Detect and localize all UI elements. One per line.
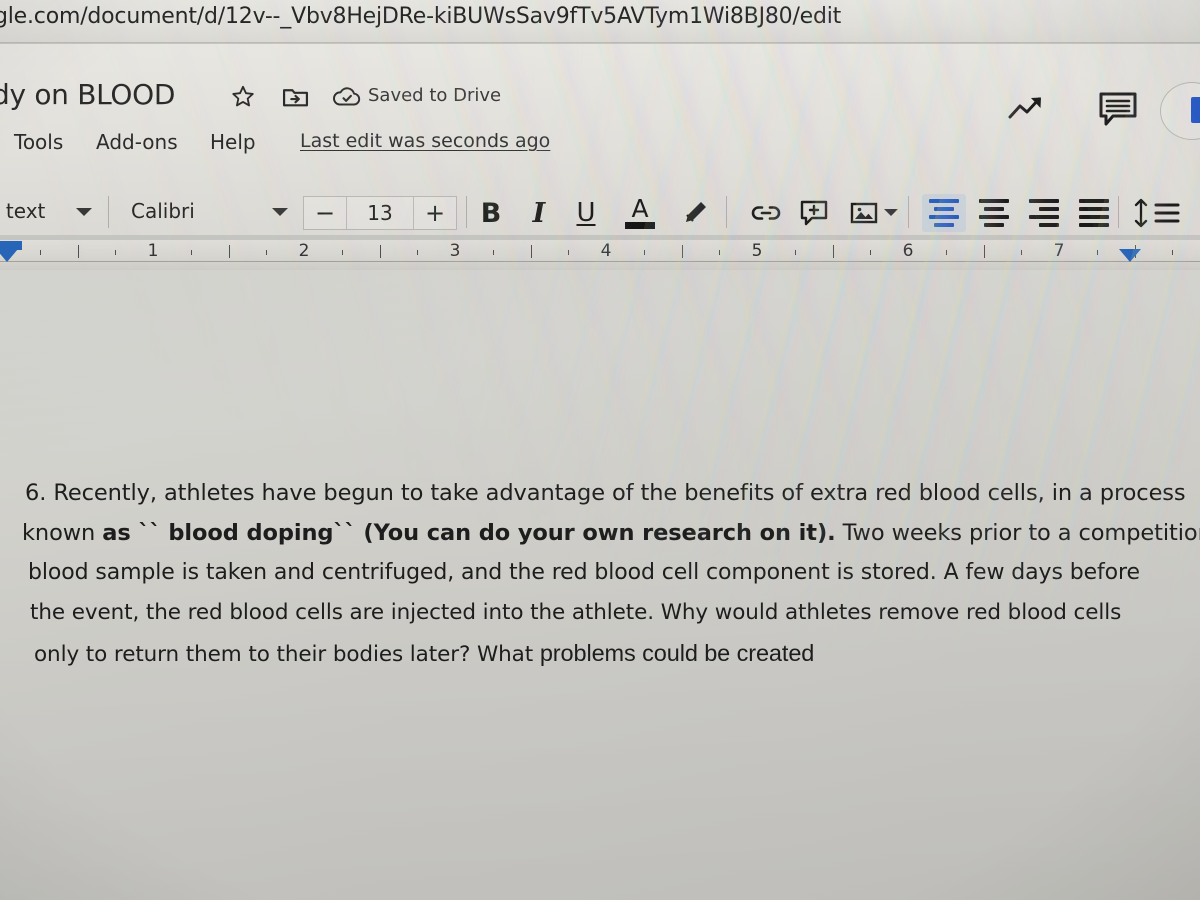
underline-button[interactable]: U bbox=[570, 194, 602, 232]
font-size-stepper[interactable]: − 13 + bbox=[303, 196, 457, 230]
document-text: known bbox=[22, 520, 103, 546]
document-line: known as `` blood doping`` (You can do y… bbox=[22, 520, 1200, 560]
document-ruler[interactable]: 1 2 3 4 5 6 7 bbox=[0, 240, 1200, 270]
cloud-check-icon bbox=[332, 82, 362, 112]
url-bar-divider bbox=[0, 42, 1200, 44]
document-text: problems could be created bbox=[539, 640, 815, 666]
chevron-down-icon[interactable] bbox=[272, 208, 288, 216]
document-text: the event, the red blood cells are injec… bbox=[30, 600, 1122, 625]
ruler-number: 2 bbox=[298, 241, 310, 261]
share-icon-blue bbox=[1191, 97, 1200, 123]
document-line: the event, the red blood cells are injec… bbox=[30, 600, 1200, 640]
ruler-number: 1 bbox=[147, 241, 159, 261]
align-center-icon[interactable] bbox=[972, 194, 1016, 232]
toolbar-divider bbox=[108, 196, 109, 228]
chevron-down-icon[interactable] bbox=[76, 208, 92, 216]
font-size-increase-button[interactable]: + bbox=[414, 197, 456, 229]
ruler-number: 5 bbox=[751, 241, 763, 261]
italic-button[interactable]: I bbox=[524, 194, 554, 232]
save-status-text: Saved to Drive bbox=[368, 85, 502, 106]
menu-item-help[interactable]: Help bbox=[210, 130, 256, 154]
browser-url-bar[interactable]: gle.com/document/d/12v--_Vbv8HejDRe-kiBU… bbox=[0, 0, 1200, 44]
align-right-icon[interactable] bbox=[1022, 194, 1066, 232]
document-text: only to return them to their bodies late… bbox=[34, 642, 540, 667]
document-page[interactable]: 6. Recently, athletes have begun to take… bbox=[0, 270, 1200, 900]
toolbar-divider bbox=[908, 196, 909, 228]
font-size-decrease-button[interactable]: − bbox=[304, 197, 346, 229]
document-text: blood sample is taken and centrifuged, a… bbox=[28, 560, 1140, 585]
right-indent-marker[interactable] bbox=[1119, 249, 1141, 262]
screen-photo: gle.com/document/d/12v--_Vbv8HejDRe-kiBU… bbox=[0, 0, 1200, 900]
document-text-bold: as `` blood doping`` (You can do your ow… bbox=[102, 520, 836, 546]
ruler-baseline bbox=[0, 261, 1200, 262]
document-line: 6. Recently, athletes have begun to take… bbox=[25, 480, 1200, 520]
menu-item-tools[interactable]: Tools bbox=[14, 130, 63, 154]
move-to-folder-icon[interactable] bbox=[280, 82, 310, 112]
align-left-icon[interactable] bbox=[922, 194, 966, 232]
toolbar-divider bbox=[1118, 196, 1119, 228]
chevron-down-icon[interactable] bbox=[884, 209, 898, 216]
insert-image-icon[interactable] bbox=[846, 194, 882, 232]
bold-button[interactable]: B bbox=[474, 194, 508, 232]
document-text: Two weeks prior to a competition, a bbox=[835, 520, 1200, 546]
menu-bar: Tools Add-ons Help Last edit was seconds… bbox=[0, 130, 1200, 164]
paragraph-style-dropdown[interactable]: l text bbox=[0, 199, 45, 223]
font-family-dropdown[interactable]: Calibri bbox=[131, 199, 195, 223]
menu-item-add-ons[interactable]: Add-ons bbox=[96, 130, 178, 154]
text-color-letter: A bbox=[631, 194, 649, 223]
align-justify-icon[interactable] bbox=[1072, 194, 1116, 232]
line-spacing-icon[interactable] bbox=[1132, 194, 1180, 232]
ruler-number: 7 bbox=[1053, 241, 1065, 261]
add-comment-icon[interactable] bbox=[796, 194, 832, 232]
formatting-toolbar: l text Calibri − 13 + B I U A bbox=[0, 186, 1200, 238]
text-color-button[interactable]: A bbox=[622, 194, 658, 232]
ruler-number: 4 bbox=[600, 241, 612, 261]
toolbar-divider bbox=[726, 196, 727, 228]
comments-icon[interactable] bbox=[1096, 90, 1140, 128]
font-size-input[interactable]: 13 bbox=[346, 197, 414, 229]
text-color-swatch bbox=[625, 222, 655, 229]
url-text[interactable]: gle.com/document/d/12v--_Vbv8HejDRe-kiBU… bbox=[0, 4, 841, 29]
ruler-number: 6 bbox=[902, 241, 914, 261]
page-title[interactable]: dy on BLOOD bbox=[0, 78, 175, 111]
highlight-pen-icon[interactable] bbox=[676, 194, 712, 232]
star-icon[interactable] bbox=[228, 82, 258, 112]
trending-up-icon[interactable] bbox=[1006, 92, 1048, 126]
ruler-number: 3 bbox=[449, 241, 461, 261]
document-text-body[interactable]: 6. Recently, athletes have begun to take… bbox=[0, 480, 1200, 680]
last-edit-link[interactable]: Last edit was seconds ago bbox=[300, 130, 550, 152]
left-indent-marker[interactable] bbox=[0, 249, 18, 262]
document-line: only to return them to their bodies late… bbox=[34, 640, 1200, 680]
document-line: blood sample is taken and centrifuged, a… bbox=[28, 560, 1200, 600]
insert-link-icon[interactable] bbox=[748, 194, 784, 232]
document-text: 6. Recently, athletes have begun to take… bbox=[25, 480, 1186, 506]
toolbar-divider bbox=[466, 196, 467, 228]
